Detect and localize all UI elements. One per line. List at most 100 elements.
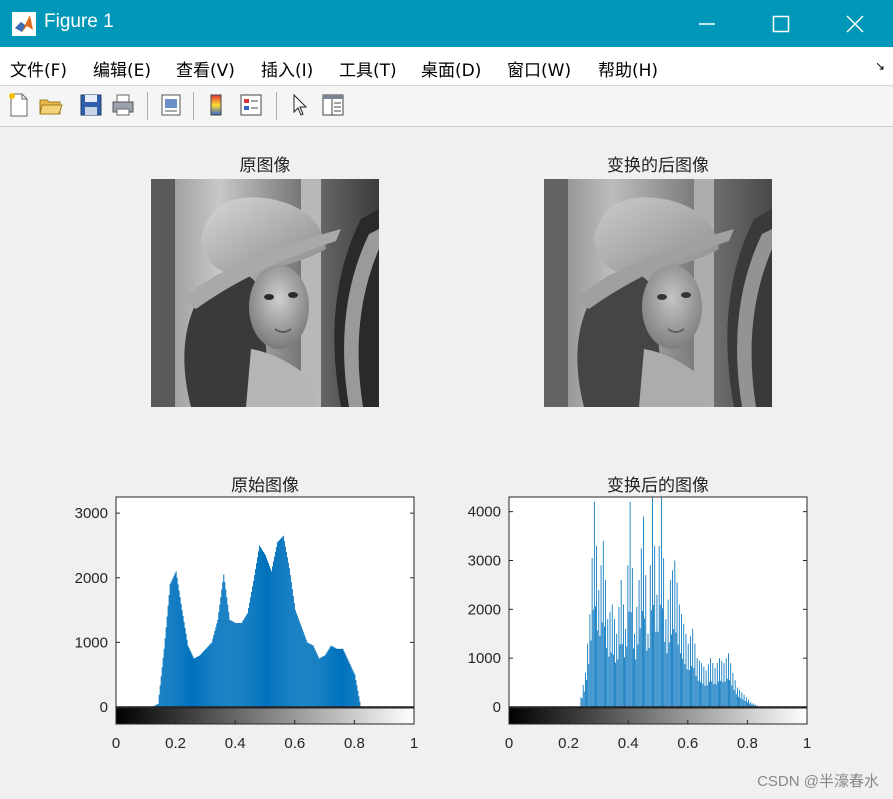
histogram-bar bbox=[690, 636, 691, 707]
histogram-bar bbox=[344, 653, 346, 707]
histogram-bar bbox=[589, 614, 591, 707]
histogram-bar bbox=[243, 619, 245, 707]
new-figure-icon[interactable] bbox=[6, 92, 32, 118]
maximize-button[interactable] bbox=[744, 0, 818, 47]
transformed-image-title: 变换的后图像 bbox=[607, 156, 709, 176]
histogram-bar bbox=[276, 542, 278, 707]
histogram-bar bbox=[616, 633, 618, 707]
histogram-bar bbox=[722, 682, 724, 707]
minimize-button[interactable] bbox=[670, 0, 744, 47]
histogram-bar bbox=[340, 648, 342, 707]
histogram-bar bbox=[700, 682, 701, 707]
x-tick-label: 0.8 bbox=[737, 735, 758, 752]
edit-plot-pointer-icon[interactable] bbox=[287, 92, 313, 118]
histogram-bar bbox=[166, 616, 168, 707]
toolbar-separator bbox=[276, 92, 277, 120]
histogram-bar bbox=[705, 670, 707, 707]
menu-window[interactable]: 窗口(W) bbox=[507, 56, 571, 81]
histogram-bar bbox=[267, 563, 269, 707]
menu-tools[interactable]: 工具(T) bbox=[339, 56, 397, 81]
histogram-bar bbox=[266, 560, 268, 707]
histogram-bar bbox=[673, 629, 675, 707]
histogram-bar bbox=[282, 535, 284, 707]
print-icon[interactable] bbox=[110, 92, 136, 118]
histogram-bar bbox=[204, 649, 206, 707]
histogram-bar bbox=[742, 699, 744, 707]
histogram-bar bbox=[336, 648, 338, 707]
histogram-bar bbox=[330, 645, 332, 707]
menu-insert[interactable]: 插入(I) bbox=[261, 56, 313, 81]
histogram-bar bbox=[178, 590, 180, 707]
histogram-bar bbox=[219, 604, 221, 707]
histogram-bar bbox=[257, 557, 259, 707]
save-icon[interactable] bbox=[78, 92, 104, 118]
histogram-bar bbox=[165, 627, 167, 707]
histogram-bar bbox=[631, 567, 633, 707]
histogram-bar bbox=[186, 639, 188, 707]
histogram-bar bbox=[320, 657, 322, 707]
histogram-bar bbox=[733, 690, 735, 707]
histogram-bar bbox=[629, 501, 631, 707]
histogram-bar bbox=[280, 537, 282, 707]
histogram-bar bbox=[221, 589, 223, 707]
histogram-bar bbox=[582, 685, 584, 707]
histogram-bar bbox=[228, 612, 230, 707]
dock-arrow-icon[interactable]: ↘ bbox=[875, 59, 885, 73]
histogram-bar bbox=[323, 655, 325, 707]
menu-bar: 文件(F) 编辑(E) 查看(V) 插入(I) 工具(T) 桌面(D) 窗口(W… bbox=[0, 47, 893, 86]
histogram-bar bbox=[602, 540, 604, 707]
histogram-bar bbox=[337, 648, 339, 707]
x-tick-label: 1 bbox=[803, 735, 811, 752]
y-tick-label: 1000 bbox=[468, 650, 501, 667]
histogram-bar bbox=[698, 660, 700, 707]
histogram-bar bbox=[182, 616, 184, 707]
histogram-bar bbox=[598, 589, 600, 707]
histogram-bar bbox=[664, 641, 666, 707]
histogram-bar bbox=[244, 618, 246, 707]
histogram-bar bbox=[630, 612, 632, 707]
histogram-bar bbox=[744, 700, 746, 707]
menu-view[interactable]: 查看(V) bbox=[176, 56, 235, 81]
menu-desktop[interactable]: 桌面(D) bbox=[421, 56, 481, 81]
open-file-icon[interactable] bbox=[38, 92, 64, 118]
histogram-bar bbox=[161, 667, 163, 707]
histogram-bar bbox=[333, 647, 335, 707]
colorbar-icon[interactable] bbox=[203, 92, 229, 118]
histogram-bar bbox=[710, 658, 711, 707]
histogram-bar bbox=[176, 577, 178, 707]
histogram-bar bbox=[730, 663, 732, 707]
histogram-bar bbox=[231, 620, 233, 707]
histogram-bar bbox=[615, 662, 617, 707]
histogram-bar bbox=[721, 660, 723, 707]
histogram-bar bbox=[702, 683, 704, 707]
y-tick-label: 0 bbox=[100, 699, 108, 716]
property-inspector-icon[interactable] bbox=[320, 92, 346, 118]
close-button[interactable] bbox=[818, 0, 892, 47]
histogram-bar bbox=[159, 685, 161, 707]
y-tick-label: 0 bbox=[493, 699, 501, 716]
histogram-bar bbox=[593, 501, 595, 707]
histogram-bar bbox=[313, 647, 315, 707]
histogram-bar bbox=[234, 622, 236, 707]
histogram-bar bbox=[679, 653, 681, 707]
histogram-bar bbox=[214, 631, 216, 707]
histogram-bar bbox=[297, 618, 299, 707]
histogram-bar bbox=[716, 663, 718, 707]
print-preview-icon[interactable] bbox=[158, 92, 184, 118]
histogram-bar bbox=[684, 664, 686, 707]
histogram-bar bbox=[717, 681, 719, 707]
menu-file[interactable]: 文件(F) bbox=[10, 56, 67, 81]
toolbar-separator bbox=[147, 92, 148, 120]
histogram-bar bbox=[587, 643, 589, 707]
histogram-bar bbox=[719, 658, 720, 707]
menu-edit[interactable]: 编辑(E) bbox=[93, 56, 151, 81]
histogram-bar bbox=[728, 653, 729, 707]
histogram-bar bbox=[638, 580, 640, 707]
histogram-bar bbox=[203, 651, 205, 707]
histogram-bar bbox=[683, 623, 685, 707]
histogram-bar bbox=[692, 628, 694, 707]
menu-help[interactable]: 帮助(H) bbox=[598, 56, 658, 81]
histogram-bar bbox=[327, 650, 329, 707]
histogram-bar bbox=[644, 618, 646, 707]
legend-icon[interactable] bbox=[238, 92, 264, 118]
